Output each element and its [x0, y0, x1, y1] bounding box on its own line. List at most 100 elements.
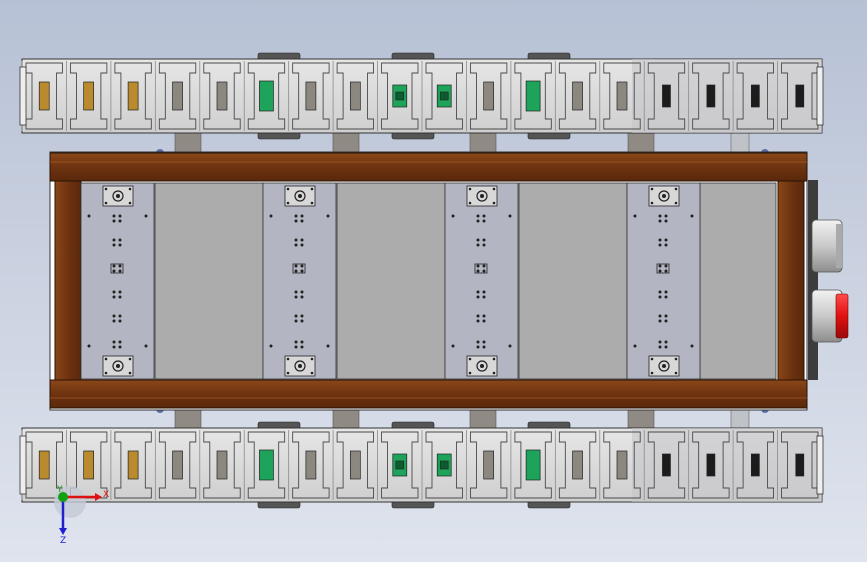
link-insert	[259, 449, 274, 481]
drag-chain-top[interactable]	[19, 52, 824, 140]
bolt-icon	[674, 371, 678, 375]
mount-plate[interactable]	[80, 182, 155, 380]
frame-post-right[interactable]	[777, 180, 805, 381]
bolt-icon	[662, 194, 666, 198]
hole-icon	[476, 269, 480, 273]
hole-icon	[118, 319, 122, 323]
cover-panel[interactable]	[336, 182, 446, 380]
hole-icon	[664, 269, 668, 273]
hole-icon	[300, 214, 304, 218]
hole-icon	[144, 214, 148, 218]
hole-icon	[664, 243, 668, 247]
hole-icon	[118, 269, 122, 273]
link-insert	[38, 81, 50, 111]
hole-icon	[664, 238, 668, 242]
bolt-icon	[116, 364, 120, 368]
bolt-icon	[492, 357, 496, 361]
hole-icon	[118, 238, 122, 242]
cad-viewport[interactable]: X Y Z	[0, 0, 867, 562]
hole-icon	[294, 214, 298, 218]
assembly-top-view[interactable]: X Y Z	[0, 0, 867, 562]
bolt-icon	[104, 357, 108, 361]
link-insert	[349, 450, 361, 480]
link-insert-core	[395, 91, 405, 101]
bolt-icon	[128, 371, 132, 375]
cover-panel[interactable]	[518, 182, 628, 380]
hole-icon	[476, 214, 480, 218]
bolt-icon	[492, 201, 496, 205]
hole-icon	[476, 340, 480, 344]
link-insert	[305, 81, 317, 111]
chain-end-right[interactable]	[816, 435, 824, 495]
hole-icon	[118, 345, 122, 349]
hole-icon	[326, 344, 330, 348]
hole-icon	[658, 295, 662, 299]
hole-icon	[112, 219, 116, 223]
side-cylinders[interactable]	[808, 180, 849, 380]
hole-icon	[300, 319, 304, 323]
link-insert	[616, 81, 628, 111]
link-insert	[750, 84, 760, 108]
hole-icon	[658, 264, 662, 268]
hole-icon	[664, 295, 668, 299]
chain-end-left[interactable]	[19, 435, 27, 495]
hole-icon	[112, 269, 116, 273]
hole-icon	[112, 340, 116, 344]
hole-icon	[482, 238, 486, 242]
link-insert	[525, 80, 541, 112]
hole-icon	[300, 243, 304, 247]
hole-icon	[476, 319, 480, 323]
drag-chain-bottom[interactable]	[19, 421, 824, 509]
hole-icon	[482, 214, 486, 218]
mount-plate[interactable]	[444, 182, 519, 380]
hole-icon	[658, 290, 662, 294]
hole-icon	[664, 214, 668, 218]
hole-icon	[658, 269, 662, 273]
hole-icon	[112, 290, 116, 294]
bolt-icon	[468, 357, 472, 361]
link-insert-core	[439, 460, 449, 470]
hole-icon	[476, 345, 480, 349]
y-axis-label: Y	[56, 485, 63, 495]
mount-plate[interactable]	[626, 182, 701, 380]
hole-icon	[294, 345, 298, 349]
hole-icon	[664, 219, 668, 223]
chain-end-right[interactable]	[816, 66, 824, 126]
link-insert	[662, 84, 671, 108]
mount-plate[interactable]	[262, 182, 337, 380]
hole-icon	[482, 269, 486, 273]
bolt-icon	[674, 187, 678, 191]
frame-rail-bottom[interactable]	[49, 379, 808, 409]
hole-icon	[300, 340, 304, 344]
link-insert	[572, 81, 583, 111]
link-insert	[616, 450, 628, 480]
bolt-icon	[480, 194, 484, 198]
hole-icon	[294, 295, 298, 299]
link-insert-core	[439, 91, 449, 101]
hole-icon	[294, 314, 298, 318]
chain-end-left[interactable]	[19, 66, 27, 126]
hole-icon	[118, 340, 122, 344]
link-insert	[127, 450, 139, 480]
cover-panel[interactable]	[154, 182, 264, 380]
hole-icon	[300, 290, 304, 294]
hole-icon	[87, 344, 91, 348]
hole-icon	[476, 295, 480, 299]
bolt-icon	[468, 371, 472, 375]
hole-icon	[482, 345, 486, 349]
hole-icon	[451, 344, 455, 348]
bolt-icon	[286, 187, 290, 191]
bolt-icon	[468, 201, 472, 205]
link-insert	[706, 84, 716, 108]
frame-post-left[interactable]	[54, 180, 82, 381]
link-insert	[216, 450, 228, 480]
hole-icon	[664, 264, 668, 268]
bolt-icon	[116, 194, 120, 198]
hole-icon	[482, 295, 486, 299]
bolt-icon	[104, 201, 108, 205]
cover-panel[interactable]	[699, 182, 777, 380]
hole-icon	[294, 340, 298, 344]
red-cap[interactable]	[835, 293, 849, 339]
frame-rail-top[interactable]	[49, 152, 808, 182]
bolt-icon	[650, 201, 654, 205]
